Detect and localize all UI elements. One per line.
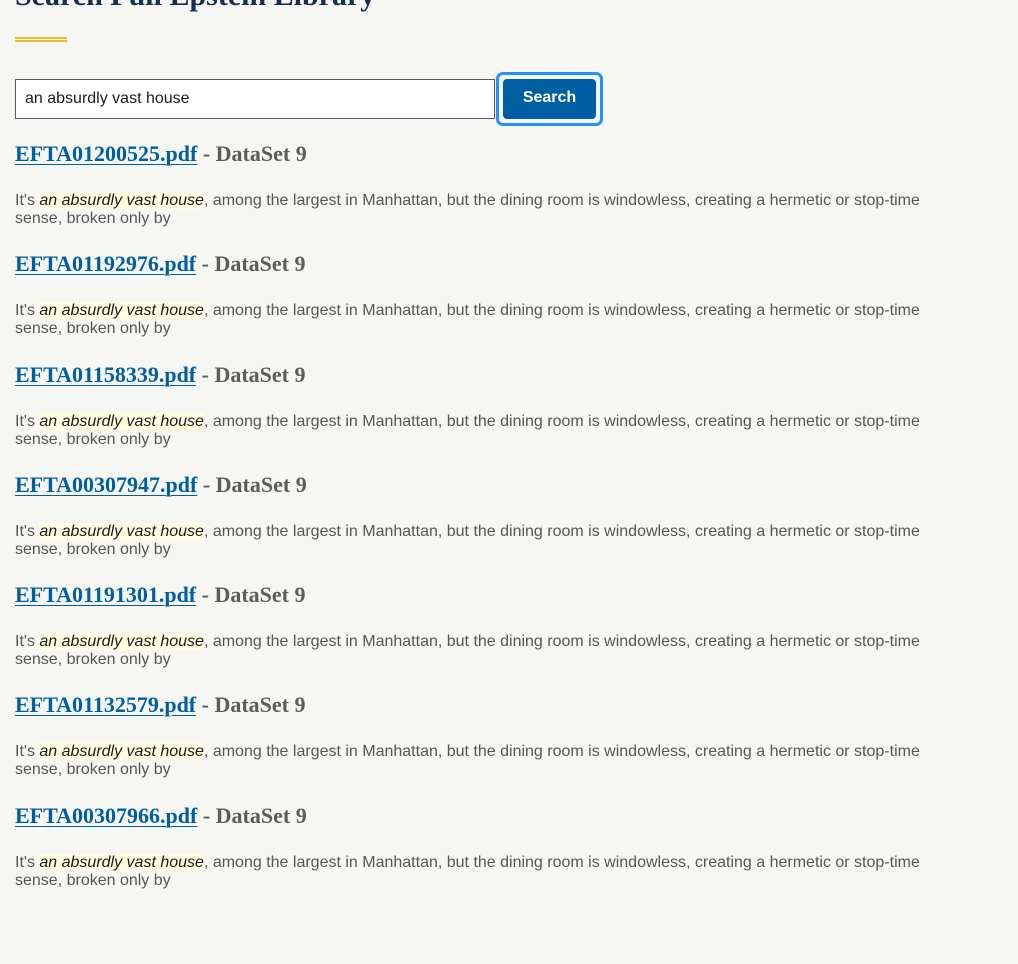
result-snippet: It's an absurdly vast house, among the l… <box>15 391 965 449</box>
result-dataset: DataSet 9 <box>215 471 307 497</box>
snippet-prefix: It's <box>15 522 40 540</box>
result-separator: - <box>197 802 216 828</box>
result-snippet: It's an absurdly vast house, among the l… <box>15 280 965 338</box>
result-file-link[interactable]: EFTA00307966.pdf <box>15 803 197 828</box>
result-snippet: It's an absurdly vast house, among the l… <box>15 832 965 890</box>
result-file-link[interactable]: EFTA01132579.pdf <box>15 692 196 717</box>
result-item: EFTA01132579.pdf - DataSet 9 It's an abs… <box>15 689 1005 799</box>
snippet-highlight: an absurdly vast house <box>39 302 204 320</box>
result-item: EFTA01200525.pdf - DataSet 9 It's an abs… <box>15 138 1005 248</box>
result-heading: EFTA01191301.pdf - DataSet 9 <box>15 579 1005 611</box>
result-dataset: DataSet 9 <box>214 361 306 387</box>
result-file-link[interactable]: EFTA01200525.pdf <box>15 141 197 166</box>
result-heading: EFTA01200525.pdf - DataSet 9 <box>15 138 1005 170</box>
snippet-highlight: an absurdly vast house <box>39 412 204 430</box>
results-list: EFTA01200525.pdf - DataSet 9 It's an abs… <box>15 138 1005 910</box>
result-item: EFTA00307947.pdf - DataSet 9 It's an abs… <box>15 469 1005 579</box>
search-input[interactable] <box>15 79 495 119</box>
result-item: EFTA01191301.pdf - DataSet 9 It's an abs… <box>15 579 1005 689</box>
search-form: Search <box>15 72 615 126</box>
snippet-prefix: It's <box>15 192 40 209</box>
snippet-highlight: an absurdly vast house <box>39 522 204 540</box>
result-dataset: DataSet 9 <box>214 692 306 718</box>
result-dataset: DataSet 9 <box>215 141 307 166</box>
result-snippet: It's an absurdly vast house, among the l… <box>15 501 965 559</box>
snippet-highlight: an absurdly vast house <box>39 633 204 651</box>
search-button[interactable]: Search <box>496 72 603 126</box>
snippet-prefix: It's <box>15 633 40 651</box>
result-heading: EFTA01132579.pdf - DataSet 9 <box>15 689 1005 721</box>
search-button-label: Search <box>503 79 596 119</box>
result-file-link[interactable]: EFTA01192976.pdf <box>15 251 196 276</box>
result-snippet: It's an absurdly vast house, among the l… <box>15 721 965 779</box>
result-dataset: DataSet 9 <box>214 251 306 277</box>
snippet-highlight: an absurdly vast house <box>39 192 204 209</box>
result-separator: - <box>196 361 215 387</box>
result-separator: - <box>196 251 215 277</box>
snippet-highlight: an absurdly vast house <box>39 853 204 871</box>
result-file-link[interactable]: EFTA01158339.pdf <box>15 362 196 387</box>
snippet-prefix: It's <box>15 302 40 320</box>
result-heading: EFTA00307947.pdf - DataSet 9 <box>15 469 1005 501</box>
result-item: EFTA01192976.pdf - DataSet 9 It's an abs… <box>15 248 1005 358</box>
snippet-prefix: It's <box>15 853 40 871</box>
result-separator: - <box>197 471 216 497</box>
snippet-prefix: It's <box>15 743 40 761</box>
result-file-link[interactable]: EFTA01191301.pdf <box>15 582 196 607</box>
result-separator: - <box>197 141 216 166</box>
page-title: Search Full Epstein Library <box>15 0 375 14</box>
result-heading: EFTA01192976.pdf - DataSet 9 <box>15 248 1005 280</box>
result-file-link[interactable]: EFTA00307947.pdf <box>15 472 197 497</box>
result-snippet: It's an absurdly vast house, among the l… <box>15 170 965 228</box>
result-item: EFTA01158339.pdf - DataSet 9 It's an abs… <box>15 359 1005 469</box>
title-accent-rule <box>15 37 67 42</box>
result-separator: - <box>196 692 215 718</box>
result-dataset: DataSet 9 <box>214 582 306 608</box>
result-heading: EFTA00307966.pdf - DataSet 9 <box>15 800 1005 832</box>
snippet-prefix: It's <box>15 412 40 430</box>
result-heading: EFTA01158339.pdf - DataSet 9 <box>15 359 1005 391</box>
result-snippet: It's an absurdly vast house, among the l… <box>15 611 965 669</box>
snippet-highlight: an absurdly vast house <box>39 743 204 761</box>
result-separator: - <box>196 582 215 608</box>
result-item: EFTA00307966.pdf - DataSet 9 It's an abs… <box>15 800 1005 910</box>
result-dataset: DataSet 9 <box>215 802 307 828</box>
